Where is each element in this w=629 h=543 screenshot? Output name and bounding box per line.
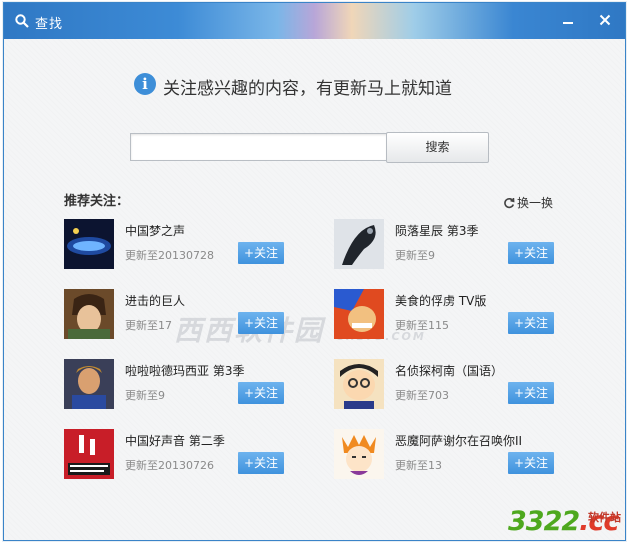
follow-button[interactable]: +关注	[508, 312, 554, 334]
show-thumbnail	[334, 219, 384, 269]
show-thumbnail	[334, 289, 384, 339]
item-title: 陨落星辰 第3季	[395, 224, 479, 238]
list-item[interactable]: 中国梦之声 更新至20130728 +关注	[64, 219, 294, 271]
item-update: 更新至703	[395, 389, 449, 402]
window-title: 查找	[35, 17, 64, 32]
minimize-button[interactable]	[558, 11, 578, 31]
title-bar: 查找	[4, 3, 625, 39]
search-icon	[15, 14, 29, 28]
follow-button[interactable]: +关注	[508, 242, 554, 264]
item-update: 更新至13	[395, 459, 442, 472]
close-button[interactable]	[595, 11, 615, 31]
follow-button[interactable]: +关注	[508, 452, 554, 474]
show-thumbnail	[334, 359, 384, 409]
follow-button[interactable]: +关注	[508, 382, 554, 404]
list-item[interactable]: 进击的巨人 更新至17 +关注	[64, 289, 294, 341]
item-title: 恶魔阿萨谢尔在召唤你II	[395, 434, 523, 448]
brand-number: 3322	[508, 506, 580, 537]
list-item[interactable]: 美食的俘虏 TV版 更新至115 +关注	[334, 289, 564, 341]
item-update: 更新至9	[125, 389, 165, 402]
item-title: 中国梦之声	[125, 224, 186, 238]
refresh-icon	[504, 197, 515, 209]
list-item[interactable]: 恶魔阿萨谢尔在召唤你II 更新至13 +关注	[334, 429, 564, 481]
search-button[interactable]: 搜索	[386, 132, 489, 163]
headline-text: 关注感兴趣的内容，有更新马上就知道	[163, 79, 452, 99]
brand-tag: 软件站	[588, 511, 621, 524]
item-update: 更新至17	[125, 319, 172, 332]
follow-button[interactable]: +关注	[238, 312, 284, 334]
list-item[interactable]: 啦啦啦德玛西亚 第3季 更新至9 +关注	[64, 359, 294, 411]
show-thumbnail	[64, 359, 114, 409]
refresh-label: 换一换	[517, 196, 554, 210]
follow-button[interactable]: +关注	[238, 452, 284, 474]
recommend-label: 推荐关注：	[64, 194, 130, 209]
show-thumbnail	[334, 429, 384, 479]
find-window: 查找 i 关注感兴趣的内容，有更新马上就知道 搜索 推荐关注： 换一换 西西软件…	[3, 2, 626, 541]
item-update: 更新至9	[395, 249, 435, 262]
item-update: 更新至20130726	[125, 459, 214, 472]
item-title: 名侦探柯南（国语）	[395, 364, 504, 378]
follow-button[interactable]: +关注	[238, 382, 284, 404]
info-icon: i	[134, 73, 156, 95]
follow-button[interactable]: +关注	[238, 242, 284, 264]
list-item[interactable]: 中国好声音 第二季 更新至20130726 +关注	[64, 429, 294, 481]
item-title: 美食的俘虏 TV版	[395, 294, 487, 308]
item-title: 进击的巨人	[125, 294, 186, 308]
show-thumbnail	[64, 429, 114, 479]
item-title: 啦啦啦德玛西亚 第3季	[125, 364, 245, 378]
item-update: 更新至115	[395, 319, 449, 332]
show-thumbnail	[64, 219, 114, 269]
close-icon	[599, 14, 611, 26]
show-thumbnail	[64, 289, 114, 339]
search-input[interactable]	[130, 133, 388, 161]
item-title: 中国好声音 第二季	[125, 434, 225, 448]
item-update: 更新至20130728	[125, 249, 214, 262]
list-item[interactable]: 陨落星辰 第3季 更新至9 +关注	[334, 219, 564, 271]
minimize-icon	[563, 22, 573, 24]
main-content: i 关注感兴趣的内容，有更新马上就知道 搜索 推荐关注： 换一换 西西软件园 C…	[4, 39, 625, 540]
list-item[interactable]: 名侦探柯南（国语） 更新至703 +关注	[334, 359, 564, 411]
refresh-button[interactable]: 换一换	[503, 194, 553, 211]
